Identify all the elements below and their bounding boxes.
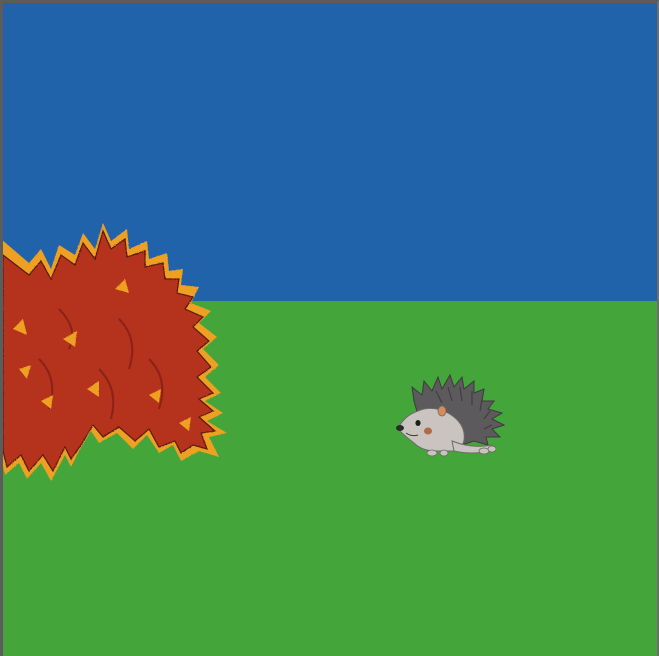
hedgehog-sprite[interactable] [392, 371, 512, 461]
game-stage[interactable] [0, 0, 659, 656]
hedgehog-graphic [396, 373, 506, 457]
autumn-bush-sprite[interactable] [3, 219, 229, 491]
bush-graphic [3, 223, 227, 481]
